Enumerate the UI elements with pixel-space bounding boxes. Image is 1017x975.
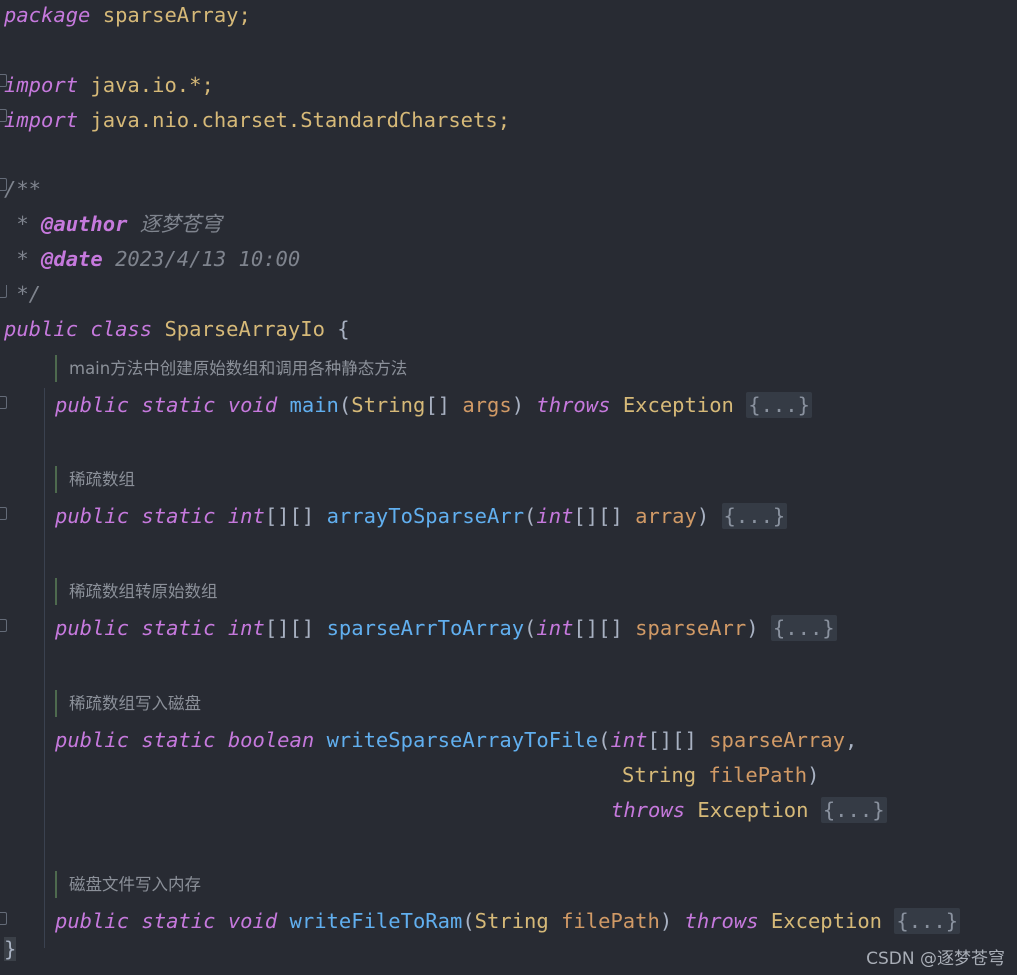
keyword-static: static (141, 909, 216, 933)
keyword-static: static (141, 393, 216, 417)
javadoc-date-value: 2023/4/13 10:00 (102, 247, 301, 271)
param-name-sparseArr: sparseArr (635, 616, 747, 640)
return-type-void: void (227, 393, 278, 417)
keyword-public: public (55, 504, 130, 528)
param-type-string: String (622, 763, 697, 787)
return-type-int: int (227, 616, 265, 640)
javadoc-star: * (4, 247, 42, 271)
exception-type: Exception (697, 798, 809, 822)
indent-guide (44, 388, 45, 948)
method-name-writeFileToRam: writeFileToRam (289, 909, 463, 933)
param-type-int: int (536, 616, 574, 640)
return-brackets: [][] (264, 504, 315, 528)
param-name-array: array (635, 504, 697, 528)
doc-hint-writeSparseArrayToFile: 稀疏数组写入磁盘 (55, 687, 201, 720)
javadoc-date-line: * @date 2023/4/13 10:00 (4, 242, 300, 277)
folded-body-writeSparseArrayToFile[interactable]: {...} (820, 797, 887, 823)
fold-marker-method-writeFileToRam[interactable] (0, 912, 7, 925)
doc-hint-main: main方法中创建原始数组和调用各种静态方法 (55, 352, 407, 385)
import-path-charsets: java.nio.charset.StandardCharsets; (78, 108, 511, 132)
keyword-public: public (55, 909, 130, 933)
code-line-method-writeSparseArrayToFile: public static boolean writeSparseArrayTo… (55, 728, 858, 752)
javadoc-author-line: * @author 逐梦苍穹 (4, 207, 222, 242)
code-line-class-close: } (4, 932, 17, 967)
doc-hint-writeFileToRam: 磁盘文件写入内存 (55, 868, 201, 901)
keyword-static: static (141, 616, 216, 640)
fold-marker-method-arrayToSparseArr[interactable] (0, 507, 7, 520)
code-line-class-declaration: public class SparseArrayIo { (4, 312, 350, 347)
param-brackets: [][] (573, 504, 623, 528)
keyword-class: class (90, 317, 153, 341)
code-line-import-io: import java.io.*; (4, 68, 214, 103)
folded-body-writeFileToRam[interactable]: {...} (894, 908, 961, 934)
exception-type: Exception (770, 909, 883, 933)
javadoc-tag-date: @date (41, 247, 103, 271)
keyword-import: import (4, 73, 79, 97)
class-name: SparseArrayIo (164, 317, 325, 341)
javadoc-close-text: */ (4, 282, 42, 306)
code-line-import-charsets: import java.nio.charset.StandardCharsets… (4, 103, 510, 138)
param-brackets: [][] (647, 728, 697, 752)
folded-body-sparseArrToArray[interactable]: {...} (770, 615, 837, 641)
param-type-string: String (474, 909, 549, 933)
param-type-string: String (351, 393, 426, 417)
doc-hint-sparseArrToArray: 稀疏数组转原始数组 (55, 575, 218, 608)
csdn-watermark: CSDN @逐梦苍穹 (866, 949, 1005, 969)
param-name-sparseArray: sparseArray (709, 728, 845, 752)
code-line-method-sparseArrToArray: public static int[][] sparseArrToArray(i… (55, 615, 837, 641)
method-name-main: main (289, 393, 339, 417)
keyword-static: static (141, 504, 216, 528)
keyword-import: import (4, 108, 79, 132)
javadoc-close: */ (4, 277, 41, 312)
fold-marker-method-main[interactable] (0, 396, 7, 409)
doc-hint-arrayToSparseArr: 稀疏数组 (55, 463, 135, 496)
code-line-method-arrayToSparseArr: public static int[][] arrayToSparseArr(i… (55, 503, 788, 529)
keyword-static: static (141, 728, 216, 752)
exception-type: Exception (622, 393, 734, 417)
code-line-method-main: public static void main(String[] args) t… (55, 392, 812, 418)
code-line-package: package sparseArray; (4, 0, 251, 33)
import-path-io: java.io.*; (78, 73, 214, 97)
param-brackets: [] (425, 393, 450, 417)
method-name-writeSparseArrayToFile: writeSparseArrayToFile (326, 728, 599, 752)
return-brackets: [][] (264, 616, 315, 640)
return-type-int: int (227, 504, 265, 528)
keyword-throws: throws (536, 393, 611, 417)
keyword-public: public (55, 616, 130, 640)
param-brackets: [][] (573, 616, 623, 640)
class-open-brace: { (337, 317, 350, 341)
package-name: sparseArray; (90, 3, 251, 27)
keyword-throws: throws (611, 798, 686, 822)
param-type-int: int (610, 728, 648, 752)
javadoc-open: /** (4, 172, 41, 207)
javadoc-tag-author: @author (41, 212, 128, 236)
code-editor[interactable]: package sparseArray; import java.io.*; i… (0, 0, 1017, 975)
folded-body-arrayToSparseArr[interactable]: {...} (721, 503, 788, 529)
code-line-method-writeFileToRam: public static void writeFileToRam(String… (55, 908, 961, 934)
return-type-void: void (227, 909, 278, 933)
fold-marker-method-sparseArrToArray[interactable] (0, 619, 7, 632)
param-name-filePath: filePath (708, 763, 808, 787)
param-type-int: int (536, 504, 574, 528)
folded-body-main[interactable]: {...} (746, 392, 812, 418)
class-close-brace: } (4, 937, 17, 961)
javadoc-star: * (4, 212, 42, 236)
return-type-boolean: boolean (227, 728, 315, 752)
method-name-sparseArrToArray: sparseArrToArray (326, 616, 525, 640)
code-line-method-writeSparseArrayToFile-cont2: throws Exception {...} (611, 793, 887, 828)
method-name-arrayToSparseArr: arrayToSparseArr (326, 504, 525, 528)
code-line-method-writeSparseArrayToFile-cont1: String filePath) (622, 763, 820, 787)
keyword-public: public (55, 393, 130, 417)
javadoc-author-value: 逐梦苍穹 (127, 212, 222, 236)
keyword-package: package (4, 3, 91, 27)
javadoc-open-text: /** (4, 177, 42, 201)
keyword-public: public (55, 728, 130, 752)
param-name-args: args (462, 393, 512, 417)
keyword-throws: throws (684, 909, 759, 933)
param-name-filePath: filePath (561, 909, 660, 933)
keyword-public: public (4, 317, 79, 341)
